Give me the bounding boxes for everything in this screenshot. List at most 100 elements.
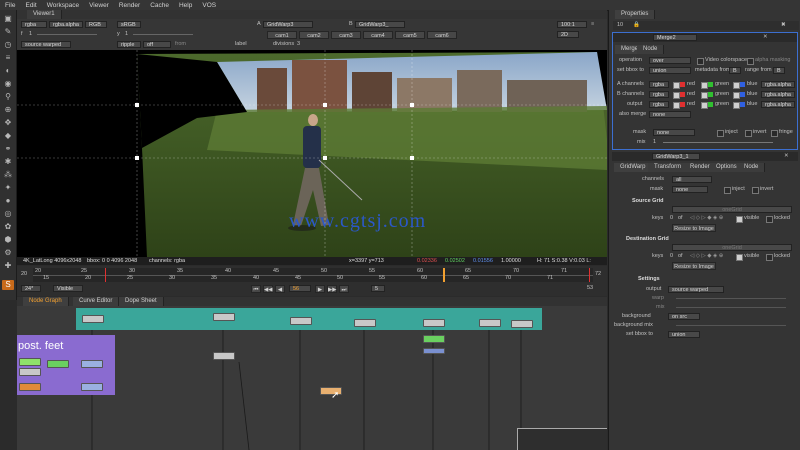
node[interactable] <box>290 317 312 325</box>
furnace-icon[interactable]: ◎ <box>2 209 14 219</box>
other-icon[interactable]: ● <box>2 196 14 206</box>
transform-icon[interactable]: ✥ <box>2 118 14 128</box>
out-alpha-dropdown[interactable]: rgba.alpha <box>761 101 795 108</box>
ripple-mode-dropdown[interactable]: off <box>143 41 171 48</box>
close-icon[interactable]: ✕ <box>784 153 789 160</box>
source-dropdown[interactable]: source warped <box>21 41 71 48</box>
range-mode-dropdown[interactable]: Visible <box>53 285 83 292</box>
menu-cache[interactable]: Cache <box>145 2 174 9</box>
lock-icon[interactable]: 🔒 <box>633 22 640 29</box>
draw-icon[interactable]: ✎ <box>2 27 14 37</box>
first-frame-button[interactable]: ⏮ <box>251 285 261 293</box>
cam6-button[interactable]: cam6 <box>427 31 457 39</box>
particles-icon[interactable]: ⁂ <box>2 170 14 180</box>
tab-transform[interactable]: Transform <box>648 163 689 172</box>
src-visible-checkbox[interactable] <box>736 216 743 223</box>
tab-curve-editor[interactable]: Curve Editor <box>73 297 120 306</box>
mix-slider[interactable] <box>663 142 773 143</box>
cam5-button[interactable]: cam5 <box>395 31 425 39</box>
dst-resize-button[interactable]: Resize to Image <box>672 262 716 270</box>
plugin-icon[interactable]: ⬢ <box>2 235 14 245</box>
dst-locked-checkbox[interactable] <box>766 254 773 261</box>
in-point-marker[interactable] <box>105 268 106 282</box>
divisions-value[interactable]: 3 <box>297 41 300 48</box>
gain-value[interactable]: 1 <box>29 31 32 38</box>
filter-icon[interactable]: ◉ <box>2 79 14 89</box>
b-channels-dropdown[interactable]: rgba <box>649 91 669 98</box>
node[interactable] <box>19 368 41 376</box>
cam4-button[interactable]: cam4 <box>363 31 393 39</box>
invert-checkbox[interactable] <box>745 130 752 137</box>
viewer-menu-icon[interactable]: ≡ <box>591 21 594 28</box>
node[interactable] <box>213 313 235 321</box>
gw-mix-slider[interactable] <box>676 307 786 308</box>
background-dropdown[interactable]: on src <box>668 313 700 320</box>
3d-icon[interactable]: ◆ <box>2 131 14 141</box>
ocula-icon[interactable]: ✿ <box>2 222 14 232</box>
operation-dropdown[interactable]: over <box>649 57 691 64</box>
script-icon[interactable]: S <box>2 280 14 290</box>
alpha-masking-checkbox[interactable] <box>747 58 754 65</box>
display-dropdown[interactable]: RGB <box>85 21 107 28</box>
b-red-checkbox[interactable] <box>673 92 680 99</box>
merge-name-field[interactable]: Merge2 <box>653 34 697 41</box>
b-green-checkbox[interactable] <box>701 92 708 99</box>
node[interactable] <box>354 319 376 327</box>
keyer-icon[interactable]: ⚲ <box>2 92 14 102</box>
node-green[interactable] <box>47 360 69 368</box>
node-orange[interactable] <box>19 383 41 391</box>
gridwarp-name-field[interactable]: GridWarp3_1 <box>652 153 700 160</box>
cam3-button[interactable]: cam3 <box>331 31 361 39</box>
current-frame-field[interactable]: 56 <box>289 285 311 292</box>
out-blue-checkbox[interactable] <box>733 102 740 109</box>
play-button[interactable]: ▶ <box>315 285 325 293</box>
tab-gridwarp[interactable]: GridWarp <box>614 163 653 172</box>
a-green-checkbox[interactable] <box>701 82 708 89</box>
gw-output-dropdown[interactable]: source warped <box>668 286 724 293</box>
cam1-button[interactable]: cam1 <box>267 31 297 39</box>
views-icon[interactable]: ⚭ <box>2 144 14 154</box>
gw-inject-checkbox[interactable] <box>724 187 731 194</box>
src-key-buttons[interactable]: ◁ ◇ ▷ ◆ ◈ ⊕ <box>690 215 723 222</box>
end-frame[interactable]: 72 <box>595 271 601 278</box>
menu-help[interactable]: Help <box>174 2 197 9</box>
mask-dropdown[interactable]: none <box>653 129 695 136</box>
out-red-checkbox[interactable] <box>673 102 680 109</box>
ripple-dropdown[interactable]: ripple <box>117 41 141 48</box>
metadata-dropdown[interactable]: B <box>729 67 741 74</box>
cam2-button[interactable]: cam2 <box>299 31 329 39</box>
gamma-value[interactable]: 1 <box>125 31 128 38</box>
inject-checkbox[interactable] <box>717 130 724 137</box>
gizmo-icon[interactable]: ⚙ <box>2 248 14 258</box>
increment-field[interactable]: 5 <box>371 285 385 292</box>
node[interactable] <box>213 352 235 360</box>
warp-slider[interactable] <box>676 298 786 299</box>
node-blue[interactable] <box>81 360 103 368</box>
channel-icon[interactable]: ≡ <box>2 53 14 63</box>
prev-key-button[interactable]: ◀◀ <box>263 285 273 293</box>
menu-vos[interactable]: VOS <box>197 2 221 9</box>
start-frame[interactable]: 20 <box>21 271 27 278</box>
source-grid-field[interactable]: oneGrid <box>672 206 792 213</box>
range-dropdown[interactable]: B <box>773 67 785 74</box>
menu-render[interactable]: Render <box>114 2 145 9</box>
gw-channels-dropdown[interactable]: all <box>672 176 712 183</box>
tab-properties[interactable]: Properties <box>615 10 656 19</box>
clear-panels-icon[interactable]: ✖ <box>781 22 786 29</box>
channels-b-dropdown[interactable]: rgba.alpha <box>49 21 83 28</box>
close-icon[interactable]: ✕ <box>763 34 768 41</box>
tab-gridwarp-node[interactable]: Node <box>738 163 766 172</box>
dst-visible-checkbox[interactable] <box>736 254 743 261</box>
input-b-dropdown[interactable]: GridWarp3_ <box>355 21 405 28</box>
also-merge-dropdown[interactable]: none <box>649 111 691 118</box>
gw-set-bbox-dropdown[interactable]: union <box>668 331 700 338</box>
zoom-dropdown[interactable]: 100:1 <box>557 21 587 28</box>
tab-node-graph[interactable]: Node Graph <box>23 297 69 306</box>
background-mix-slider[interactable] <box>676 325 786 326</box>
toolsets-icon[interactable]: ✦ <box>2 183 14 193</box>
src-locked-checkbox[interactable] <box>766 216 773 223</box>
color-icon[interactable]: ◐ <box>2 66 14 76</box>
dst-key-buttons[interactable]: ◁ ◇ ▷ ◆ ◈ ⊕ <box>690 253 723 260</box>
out-point-marker[interactable] <box>589 268 590 282</box>
node[interactable] <box>82 315 104 323</box>
